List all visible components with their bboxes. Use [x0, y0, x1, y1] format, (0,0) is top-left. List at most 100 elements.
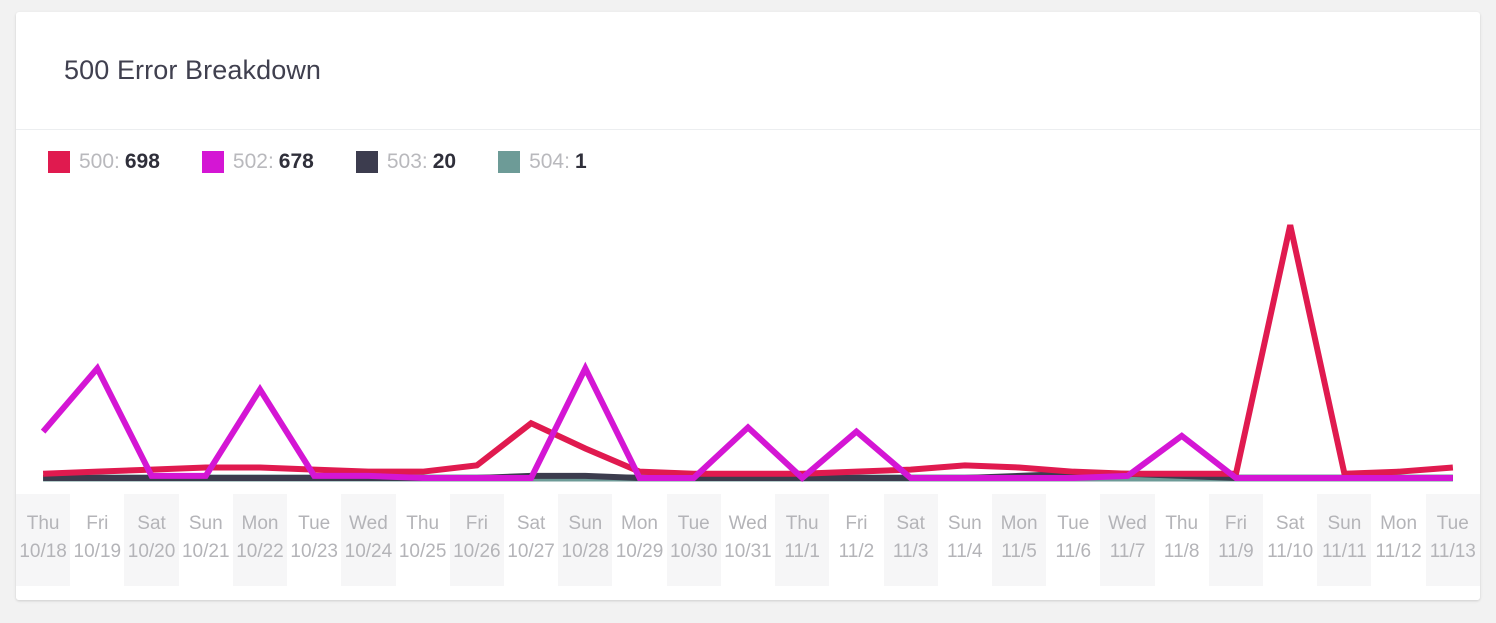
x-axis-tick: Wed 10/31: [721, 494, 775, 586]
legend-swatch-icon: [201, 151, 224, 173]
legend-item-500[interactable]: 500: 698: [48, 150, 160, 174]
x-axis-tick-day: Wed: [349, 513, 388, 534]
x-axis-tick-date: 11/8: [1163, 540, 1200, 562]
series-line-500: [43, 225, 1453, 474]
card-footer-strip: [16, 590, 1480, 600]
x-axis-tick-date: 10/26: [453, 540, 501, 562]
error-breakdown-card: 500 Error Breakdown 500: 698 502: 678 503: 20…: [16, 12, 1480, 600]
x-axis-tick: Wed 11/7: [1100, 494, 1155, 586]
x-axis-tick-date: 11/13: [1429, 540, 1476, 562]
x-axis-tick-day: Fri: [845, 513, 868, 534]
x-axis-tick-day: Sat: [516, 513, 546, 534]
x-axis-tick-date: 11/11: [1321, 540, 1367, 562]
x-axis-tick-day: Sat: [896, 513, 925, 534]
x-axis-tick-date: 11/1: [784, 540, 820, 562]
legend-item-503[interactable]: 503: 20: [355, 150, 457, 174]
x-axis-tick-day: Thu: [406, 513, 440, 534]
x-axis-tick: Sun 10/28: [558, 494, 613, 586]
chart-svg: [16, 194, 1480, 494]
legend-label: 502:: [232, 150, 274, 173]
x-axis-tick-date: 10/24: [344, 540, 393, 562]
x-axis-tick: Mon 11/5: [991, 494, 1047, 586]
x-axis-tick-day: Mon: [1000, 513, 1038, 534]
x-axis-tick-date: 10/28: [561, 540, 610, 562]
x-axis-tick-date: 10/20: [127, 540, 176, 562]
x-axis-tick-day: Tue: [298, 513, 331, 534]
x-axis-tick-day: Sat: [1275, 513, 1305, 534]
x-axis-tick-day: Sat: [137, 513, 166, 534]
legend-label: 503:: [386, 150, 428, 173]
legend-label: 504:: [529, 150, 570, 173]
legend-label: 500:: [79, 150, 120, 173]
x-axis-tick-date: 11/7: [1109, 540, 1146, 562]
x-axis-tick: Thu 10/25: [396, 494, 450, 586]
legend-swatch-icon: [48, 151, 70, 173]
x-axis-tick: Sat 11/3: [883, 494, 938, 586]
x-axis-labels: Thu 10/18 Fri 10/19 Sat 10/20 Sun 10/21 Mon 10/22…: [16, 494, 1480, 586]
x-axis-tick: Thu 10/18: [16, 494, 71, 586]
x-axis-tick-day: Fri: [1224, 513, 1247, 534]
x-axis-tick: Sat 10/27: [504, 494, 558, 586]
x-axis-tick-day: Mon: [241, 513, 279, 534]
x-axis-tick-date: 10/31: [724, 540, 772, 562]
x-axis-tick: Thu 11/1: [775, 494, 830, 586]
x-axis-tick: Mon 10/29: [612, 494, 666, 586]
legend-item-504[interactable]: 504: 1: [498, 150, 587, 174]
x-axis-tick: Fri 10/19: [70, 494, 124, 586]
x-axis-tick-day: Thu: [785, 513, 819, 534]
legend-value: 20: [432, 150, 457, 173]
x-axis-tick-date: 10/25: [398, 540, 447, 562]
x-axis-tick: Sat 11/10: [1263, 494, 1317, 586]
x-axis-tick-day: Fri: [86, 513, 109, 534]
x-axis-tick: Fri 11/2: [829, 494, 883, 586]
x-axis-tick-date: 10/30: [669, 540, 718, 562]
legend-item-502[interactable]: 502: 678: [201, 150, 314, 174]
x-axis-tick-day: Mon: [621, 513, 658, 534]
x-axis-tick-date: 11/4: [947, 540, 983, 562]
x-axis-tick-day: Mon: [1380, 513, 1418, 534]
x-axis-tick: Tue 11/13: [1425, 494, 1480, 586]
x-axis-tick-day: Thu: [26, 513, 60, 534]
x-axis-tick-date: 11/9: [1218, 540, 1254, 562]
x-axis-tick: Thu 11/8: [1155, 494, 1209, 586]
legend-value: 678: [278, 150, 314, 173]
x-axis-tick: Sun 11/4: [938, 494, 992, 586]
legend-swatch-icon: [355, 151, 378, 173]
chart-legend: 500: 698 502: 678 503: 20 504: 1: [16, 130, 1480, 194]
x-axis-tick-date: 11/3: [892, 540, 929, 562]
x-axis-tick-date: 11/6: [1055, 540, 1092, 562]
x-axis-tick-day: Tue: [1436, 513, 1469, 534]
x-axis-tick-date: 10/23: [290, 540, 338, 562]
card-header: 500 Error Breakdown: [16, 12, 1480, 130]
x-axis-tick: Sun 10/21: [179, 494, 233, 586]
x-axis-tick-day: Wed: [728, 513, 768, 534]
x-axis-tick-day: Sun: [188, 513, 223, 534]
x-axis-tick: Tue 11/6: [1046, 494, 1100, 586]
x-axis-tick-date: 11/5: [1001, 540, 1037, 562]
x-axis-tick-day: Sun: [1327, 513, 1362, 534]
x-axis-tick-date: 10/19: [73, 540, 122, 562]
x-axis-tick: Fri 11/9: [1208, 494, 1264, 586]
x-axis-tick: Tue 10/30: [666, 494, 721, 586]
x-axis-tick: Fri 10/26: [449, 494, 504, 586]
x-axis-tick: Wed 10/24: [341, 494, 396, 586]
x-axis-tick-date: 10/18: [19, 540, 67, 562]
x-axis-tick-day: Thu: [1165, 513, 1199, 534]
x-axis-tick-date: 10/22: [236, 540, 284, 562]
legend-value: 698: [124, 150, 160, 173]
x-axis-tick: Mon 10/22: [232, 494, 288, 586]
legend-value: 1: [574, 150, 587, 173]
x-axis-tick-date: 10/27: [507, 540, 555, 562]
x-axis-tick-day: Wed: [1108, 513, 1147, 534]
x-axis-tick-day: Tue: [677, 513, 710, 534]
x-axis-tick-date: 11/10: [1267, 540, 1314, 562]
x-axis-tick-date: 11/2: [838, 540, 875, 562]
x-axis-tick: Tue 10/23: [287, 494, 341, 586]
x-axis-tick-day: Tue: [1057, 513, 1090, 534]
x-axis-tick-day: Sun: [947, 513, 982, 534]
x-axis-tick-date: 10/21: [181, 540, 230, 562]
x-axis-tick-date: 11/12: [1375, 540, 1422, 562]
x-axis-tick: Sun 11/11: [1317, 494, 1372, 586]
x-axis-tick-day: Sun: [568, 513, 603, 534]
x-axis-tick: Mon 11/12: [1371, 494, 1425, 586]
